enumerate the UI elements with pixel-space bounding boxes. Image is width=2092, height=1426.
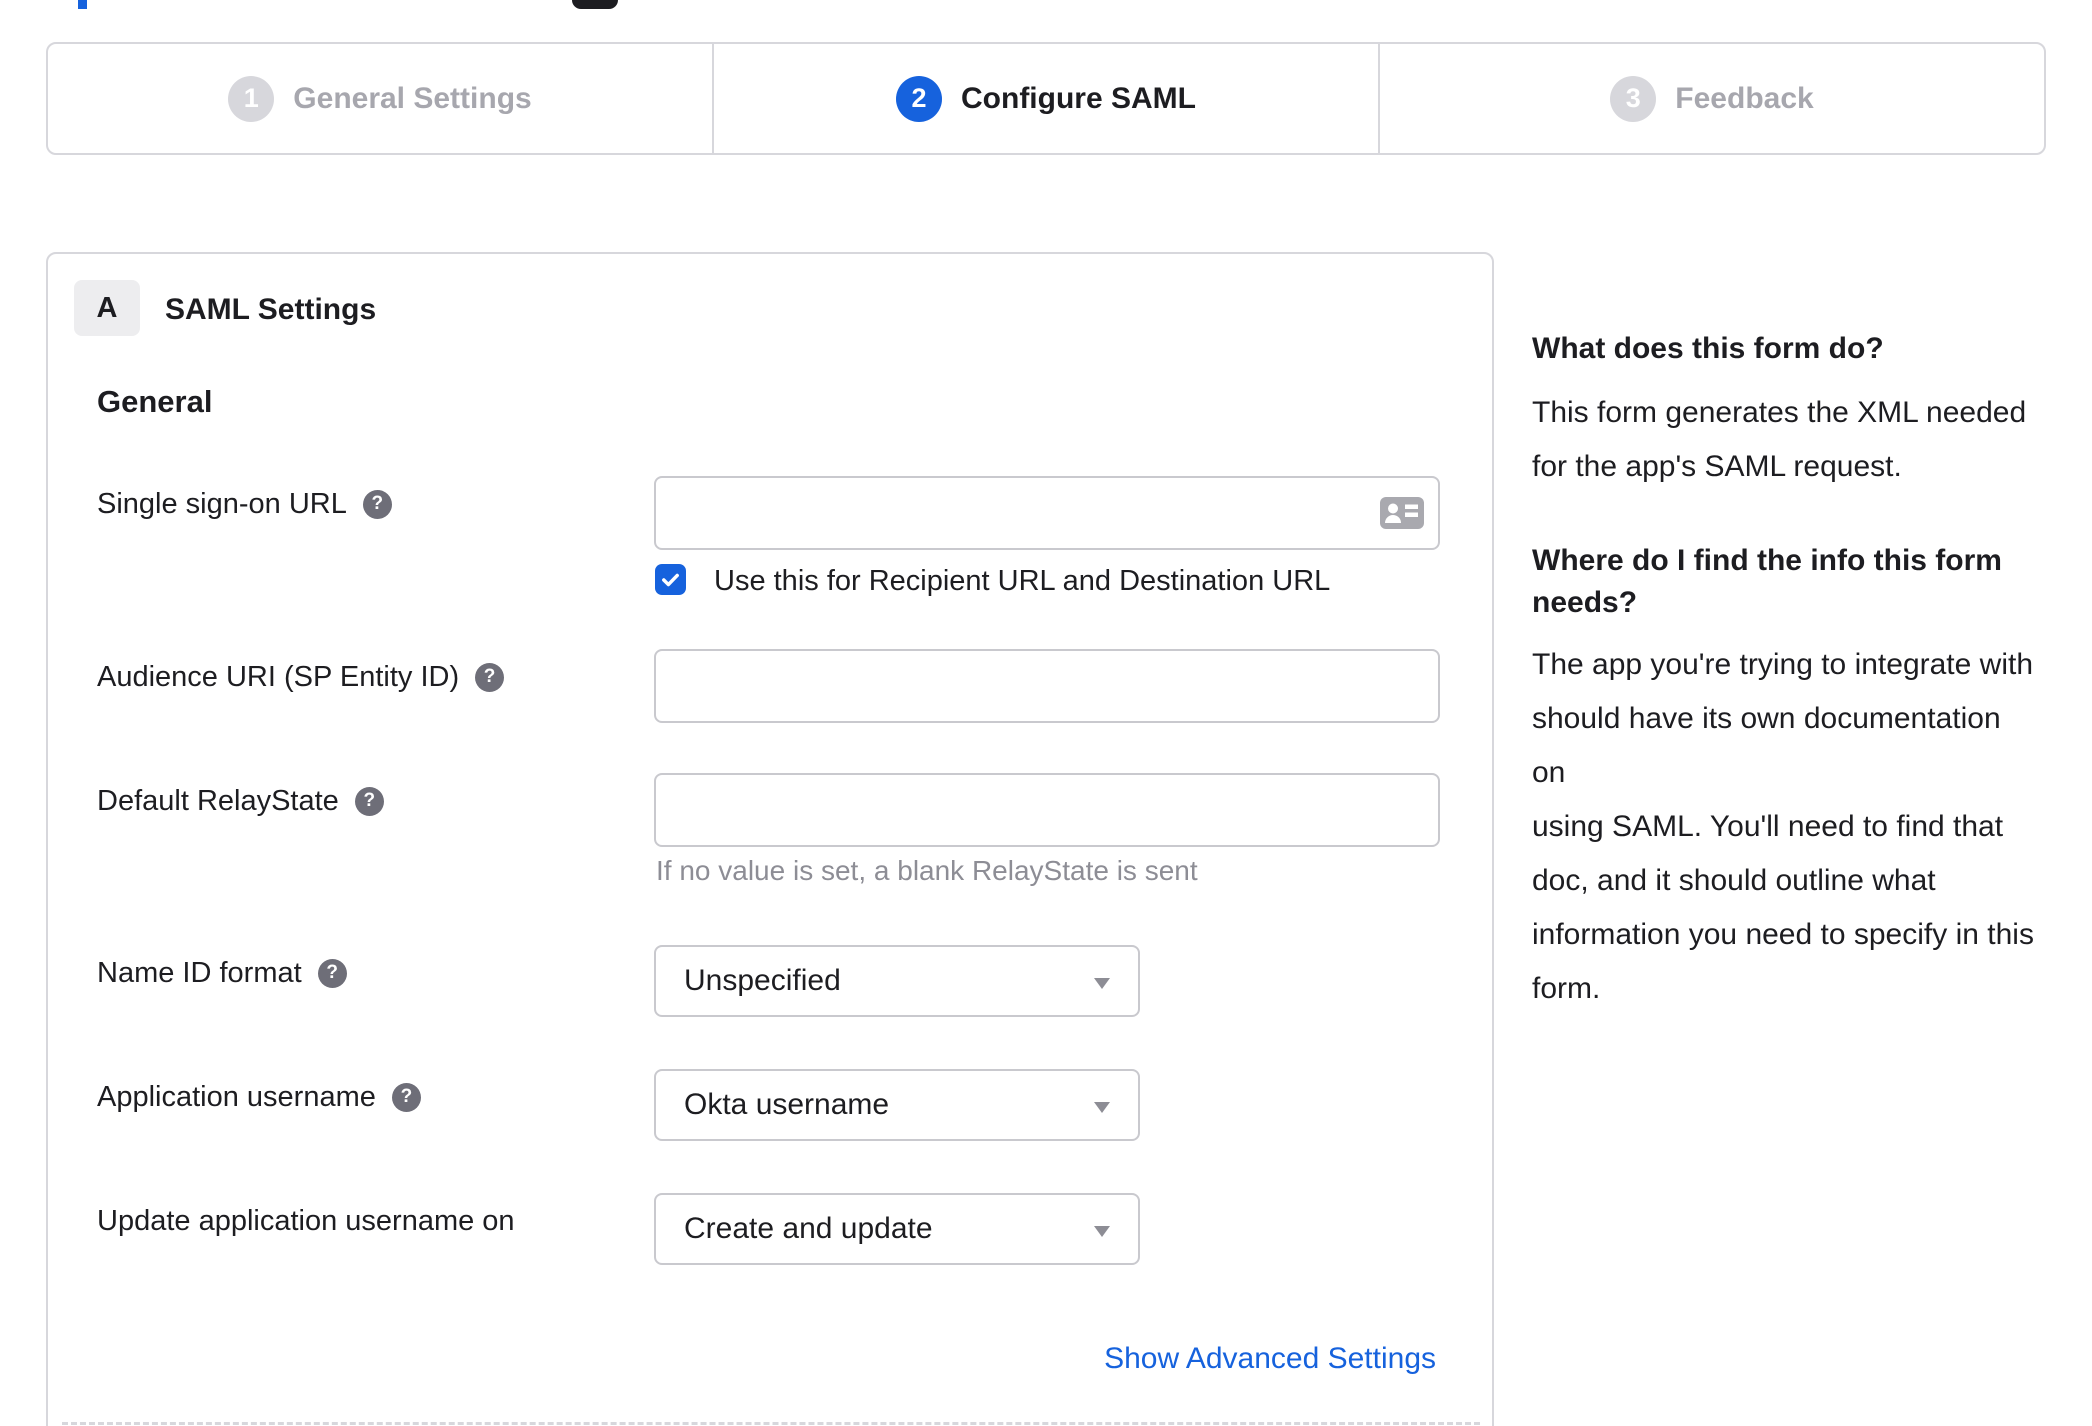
help-icon[interactable]: ? [475, 662, 505, 692]
step-feedback[interactable]: 3 Feedback [1378, 44, 2044, 153]
help-question-1: What does this form do? [1532, 332, 1884, 365]
sso-url-input[interactable] [654, 476, 1440, 550]
help-icon[interactable]: ? [354, 786, 384, 816]
name-id-format-value: Unspecified [684, 964, 841, 997]
help-icon[interactable]: ? [362, 489, 392, 519]
relay-state-label-row: Default RelayState ? [97, 781, 384, 821]
help-icon[interactable]: ? [317, 958, 347, 988]
saml-settings-panel: A SAML Settings General Single sign-on U… [46, 252, 1494, 1426]
step-3-number-badge: 3 [1610, 75, 1657, 122]
help-answer-1: This form generates the XML needed for t… [1532, 396, 2027, 483]
chevron-down-icon [1094, 1226, 1110, 1237]
audience-uri-label: Audience URI (SP Entity ID) [97, 660, 460, 693]
cropped-title-fragment-blue [78, 0, 87, 9]
section-title: SAML Settings [165, 293, 377, 326]
name-id-format-select[interactable]: Unspecified [654, 945, 1140, 1017]
help-icon[interactable]: ? [391, 1082, 421, 1112]
update-username-label-row: Update application username on [97, 1201, 515, 1241]
step-2-label: Configure SAML [961, 81, 1196, 115]
step-configure-saml[interactable]: 2 Configure SAML [712, 44, 1378, 153]
update-username-select[interactable]: Create and update [654, 1193, 1140, 1265]
name-id-format-label: Name ID format [97, 956, 302, 989]
step-3-label: Feedback [1675, 81, 1814, 115]
update-username-label: Update application username on [97, 1204, 515, 1237]
contact-card-icon[interactable] [1379, 496, 1425, 530]
show-advanced-settings-link[interactable]: Show Advanced Settings [1104, 1342, 1436, 1376]
use-for-recipient-checkbox[interactable] [655, 564, 686, 595]
use-for-recipient-checkbox-label: Use this for Recipient URL and Destinati… [714, 565, 1331, 597]
help-sidebar: What does this form do? This form genera… [1532, 328, 2038, 1016]
relay-state-input[interactable] [654, 773, 1440, 847]
audience-uri-label-row: Audience URI (SP Entity ID) ? [97, 657, 505, 697]
configure-saml-page: 1 General Settings 2 Configure SAML 3 Fe… [0, 0, 2092, 1426]
relay-state-input-wrap [654, 773, 1440, 847]
step-1-number-badge: 1 [228, 75, 275, 122]
help-answer-2: The app you're trying to integrate with … [1532, 648, 2034, 1005]
section-a-badge: A [74, 280, 140, 336]
checkmark-icon [662, 573, 679, 587]
audience-uri-input-wrap [654, 649, 1440, 723]
section-dashed-divider [62, 1422, 1480, 1425]
chevron-down-icon [1094, 1102, 1110, 1113]
step-1-label: General Settings [293, 81, 532, 115]
app-username-label: Application username [97, 1080, 376, 1113]
name-id-format-label-row: Name ID format ? [97, 953, 347, 993]
app-username-value: Okta username [684, 1088, 890, 1121]
sso-url-input-wrap [654, 476, 1440, 550]
wizard-stepper: 1 General Settings 2 Configure SAML 3 Fe… [46, 42, 2046, 155]
app-username-label-row: Application username ? [97, 1077, 421, 1117]
help-question-2: Where do I find the info this form needs… [1532, 544, 2002, 619]
sso-url-label: Single sign-on URL [97, 487, 347, 520]
relay-state-hint: If no value is set, a blank RelayState i… [656, 855, 1198, 886]
sso-url-label-row: Single sign-on URL ? [97, 484, 392, 524]
update-username-value: Create and update [684, 1212, 933, 1245]
audience-uri-input[interactable] [654, 649, 1440, 723]
chevron-down-icon [1094, 978, 1110, 989]
general-heading: General [97, 384, 213, 419]
step-general-settings[interactable]: 1 General Settings [48, 44, 712, 153]
relay-state-label: Default RelayState [97, 784, 339, 817]
cropped-title-fragment-black [572, 0, 618, 9]
app-username-select[interactable]: Okta username [654, 1069, 1140, 1141]
step-2-number-badge: 2 [896, 75, 942, 122]
